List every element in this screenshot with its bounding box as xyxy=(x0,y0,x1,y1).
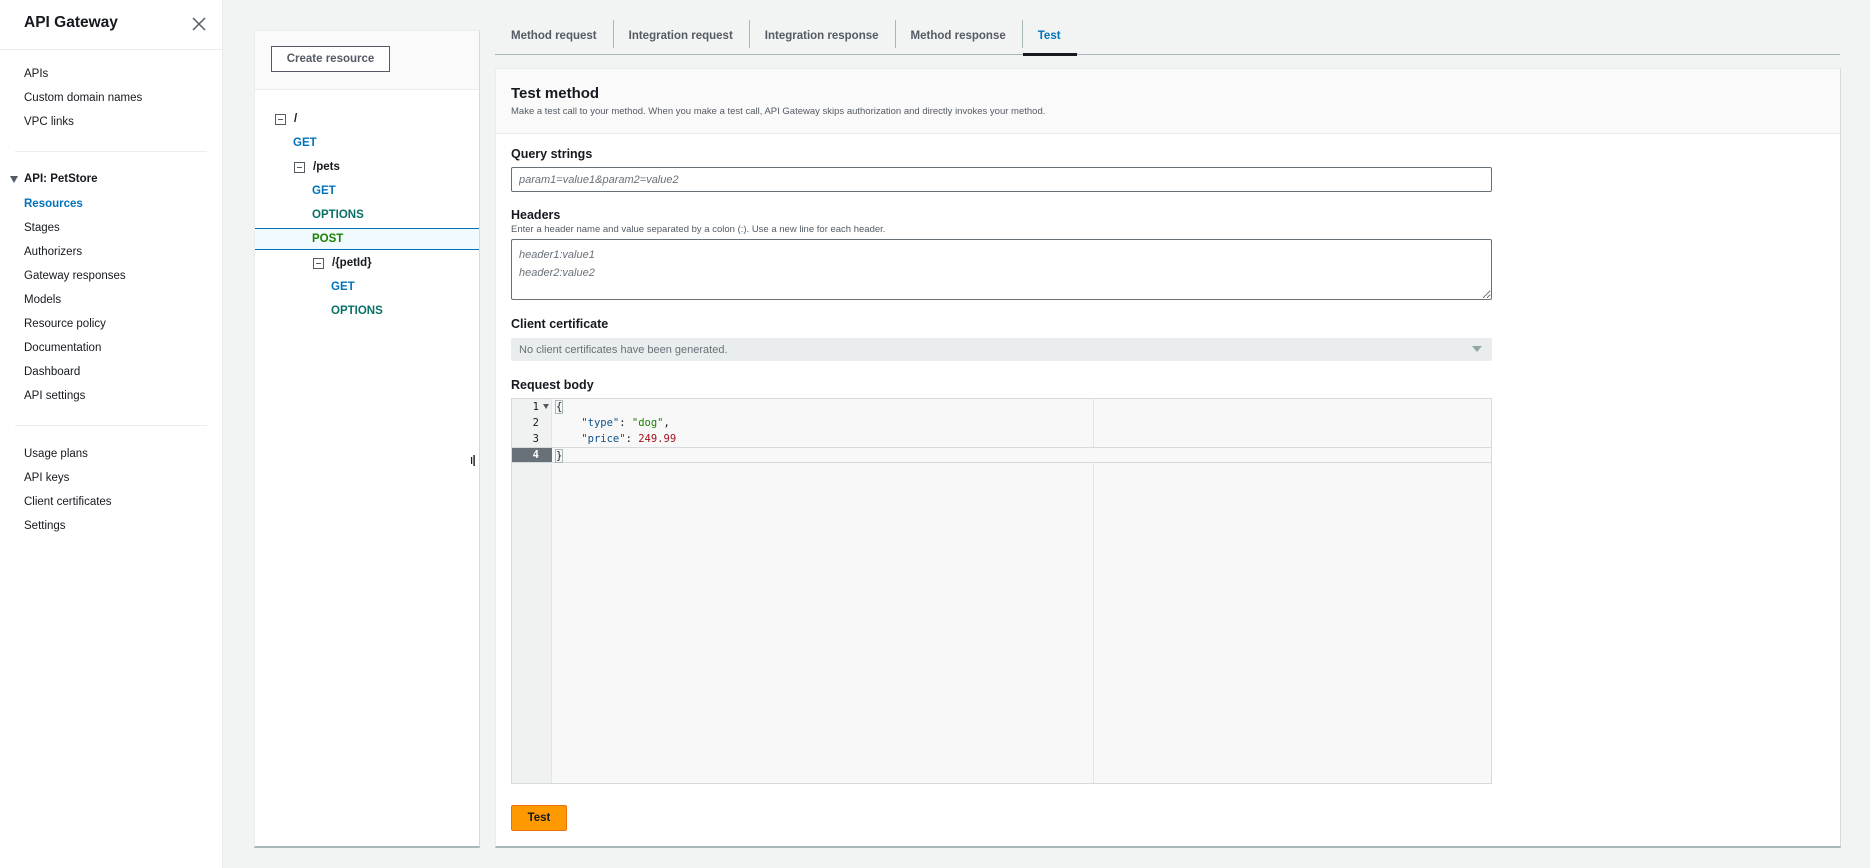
token-brace: { xyxy=(554,400,564,414)
line-number: 3 xyxy=(532,433,539,445)
method-label: POST xyxy=(312,233,344,245)
tree-method-pets-post[interactable]: POST xyxy=(255,228,479,250)
token-str: "dog" xyxy=(631,417,664,429)
headers-description: Enter a header name and value separated … xyxy=(511,224,886,235)
query-strings-label: Query strings xyxy=(511,147,593,161)
resource-path: / xyxy=(294,113,298,125)
tree-resource-petid[interactable]: /{petId} xyxy=(255,252,479,274)
method-label: GET xyxy=(312,185,336,197)
resource-path: /pets xyxy=(313,161,340,173)
tab-method-response[interactable]: Method response xyxy=(894,17,1022,54)
test-button[interactable]: Test xyxy=(511,805,567,831)
method-label: GET xyxy=(331,281,355,293)
panel-description: Make a test call to your method. When yo… xyxy=(511,106,1046,117)
api-section-toggle[interactable]: API: PetStore xyxy=(10,173,98,185)
token-key: "price" xyxy=(581,433,626,445)
code-text: } xyxy=(554,448,564,464)
query-strings-input[interactable] xyxy=(511,167,1492,192)
caret-down-icon xyxy=(10,175,18,183)
tree-method-petid-get[interactable]: GET xyxy=(255,276,479,298)
token: : xyxy=(625,433,639,445)
token-num: 249.99 xyxy=(638,433,677,445)
text-cursor-icon xyxy=(471,455,475,466)
method-label: OPTIONS xyxy=(312,209,364,221)
collapse-icon[interactable] xyxy=(313,257,324,269)
collapse-icon[interactable] xyxy=(294,161,305,173)
side-navigation: API Gateway APIs Custom domain names VPC… xyxy=(0,0,223,868)
close-nav-button[interactable] xyxy=(190,15,208,33)
nav-divider xyxy=(15,425,207,426)
request-body-label: Request body xyxy=(511,378,594,392)
tree-method-root-get[interactable]: GET xyxy=(255,132,479,154)
nav-link-authorizers[interactable]: Authorizers xyxy=(24,246,82,258)
method-label: OPTIONS xyxy=(331,305,383,317)
code-text: "type": "dog", xyxy=(556,415,670,431)
nav-link-custom-domain-names[interactable]: Custom domain names xyxy=(24,92,142,104)
fold-caret-icon[interactable] xyxy=(543,404,549,409)
nav-divider xyxy=(15,151,207,152)
client-certificate-label: Client certificate xyxy=(511,317,609,331)
headers-label: Headers xyxy=(511,208,561,222)
method-tabs: Method request Integration request Integ… xyxy=(495,17,1840,56)
line-number: 2 xyxy=(532,417,539,429)
token-key: "type" xyxy=(581,417,620,429)
token-brace: } xyxy=(554,449,564,463)
nav-link-usage-plans[interactable]: Usage plans xyxy=(24,448,88,460)
tree-resource-pets[interactable]: /pets xyxy=(255,156,479,178)
create-resource-button[interactable]: Create resource xyxy=(271,46,390,72)
tree-method-pets-options[interactable]: OPTIONS xyxy=(255,204,479,226)
tab-integration-response[interactable]: Integration response xyxy=(748,17,895,54)
nav-link-dashboard[interactable]: Dashboard xyxy=(24,366,80,378)
nav-link-resource-policy[interactable]: Resource policy xyxy=(24,318,106,330)
nav-link-settings[interactable]: Settings xyxy=(24,520,66,532)
tab-integration-request[interactable]: Integration request xyxy=(612,17,749,54)
code-line[interactable]: 3 "price": 249.99 xyxy=(512,431,1491,447)
code-line[interactable]: 2 "type": "dog", xyxy=(512,415,1491,431)
request-body-editor[interactable]: 1{2 "type": "dog", 3 "price": 249.99 4} xyxy=(511,398,1492,784)
collapse-icon[interactable] xyxy=(275,113,286,125)
nav-link-api-keys[interactable]: API keys xyxy=(24,472,69,484)
tab-test[interactable]: Test xyxy=(1021,17,1077,56)
nav-link-models[interactable]: Models xyxy=(24,294,61,306)
code-line[interactable]: 4} xyxy=(512,447,1491,463)
nav-link-api-settings[interactable]: API settings xyxy=(24,390,85,402)
nav-link-resources[interactable]: Resources xyxy=(24,198,83,210)
caret-down-icon xyxy=(1472,346,1482,352)
panel-header: Test method Make a test call to your met… xyxy=(496,69,1840,134)
test-method-panel: Test method Make a test call to your met… xyxy=(495,68,1841,848)
close-icon xyxy=(192,17,206,31)
resources-panel: Create resource / GET /pets GET OPTIONS … xyxy=(254,30,480,848)
nav-link-stages[interactable]: Stages xyxy=(24,222,60,234)
token: , xyxy=(663,417,670,429)
headers-textarea[interactable] xyxy=(511,239,1492,300)
nav-link-vpc-links[interactable]: VPC links xyxy=(24,116,74,128)
nav-title: API Gateway xyxy=(24,14,118,31)
nav-link-apis[interactable]: APIs xyxy=(24,68,48,80)
method-label: GET xyxy=(293,137,317,149)
tree-resource-root[interactable]: / xyxy=(255,108,479,130)
nav-link-documentation[interactable]: Documentation xyxy=(24,342,101,354)
tree-method-petid-options[interactable]: OPTIONS xyxy=(255,300,479,322)
client-certificate-select[interactable]: No client certificates have been generat… xyxy=(511,338,1492,361)
client-certificate-value: No client certificates have been generat… xyxy=(519,343,728,356)
nav-link-gateway-responses[interactable]: Gateway responses xyxy=(24,270,126,282)
code-text: "price": 249.99 xyxy=(556,431,676,447)
nav-link-client-certificates[interactable]: Client certificates xyxy=(24,496,112,508)
nav-divider xyxy=(0,49,223,50)
code-line[interactable]: 1{ xyxy=(512,399,1491,415)
tree-method-pets-get[interactable]: GET xyxy=(255,180,479,202)
api-section-label: API: PetStore xyxy=(24,173,98,185)
tab-method-request[interactable]: Method request xyxy=(495,17,613,54)
resource-path: /{petId} xyxy=(332,257,372,269)
panel-title: Test method xyxy=(511,85,600,102)
resources-toolbar: Create resource xyxy=(255,31,479,90)
code-text: { xyxy=(554,399,564,415)
token: : xyxy=(619,417,632,429)
line-number: 4 xyxy=(512,448,552,462)
